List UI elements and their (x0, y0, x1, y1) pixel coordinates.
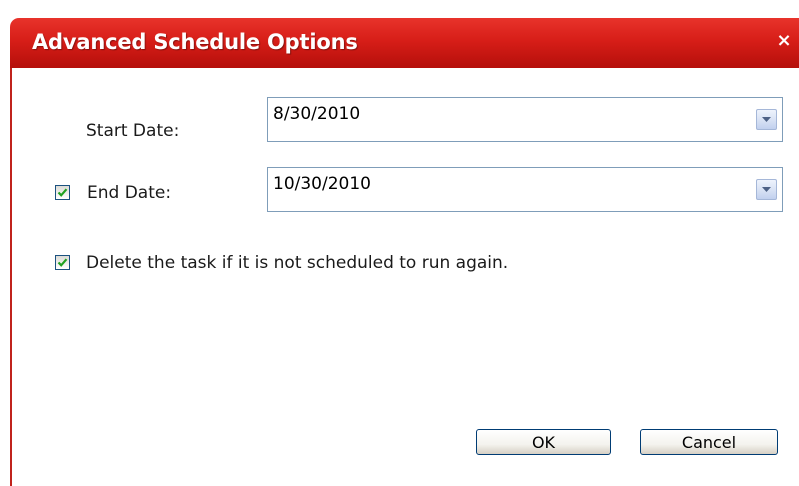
cancel-button[interactable]: Cancel (640, 429, 778, 455)
dialog-title: Advanced Schedule Options (32, 30, 358, 54)
end-date-label: End Date: (87, 183, 172, 203)
start-date-dropdown-button[interactable] (756, 109, 777, 130)
end-date-dropdown-button[interactable] (756, 179, 777, 200)
title-bar: Advanced Schedule Options × (10, 18, 799, 68)
close-icon[interactable]: × (773, 29, 795, 53)
start-date-picker[interactable]: 8/30/2010 (267, 97, 783, 142)
window-border (10, 68, 12, 486)
delete-task-checkbox[interactable] (55, 255, 70, 270)
start-date-value: 8/30/2010 (273, 104, 361, 124)
chevron-down-icon (762, 187, 771, 192)
checkmark-icon (57, 258, 68, 267)
end-date-value: 10/30/2010 (273, 174, 371, 194)
ok-button[interactable]: OK (476, 429, 611, 455)
end-date-picker[interactable]: 10/30/2010 (267, 167, 783, 212)
chevron-down-icon (762, 117, 771, 122)
checkmark-icon (57, 188, 68, 197)
start-date-label: Start Date: (86, 121, 180, 141)
end-date-checkbox[interactable] (55, 185, 70, 200)
advanced-schedule-options-dialog: Advanced Schedule Options × Start Date: … (0, 0, 799, 486)
delete-task-label: Delete the task if it is not scheduled t… (86, 253, 509, 273)
